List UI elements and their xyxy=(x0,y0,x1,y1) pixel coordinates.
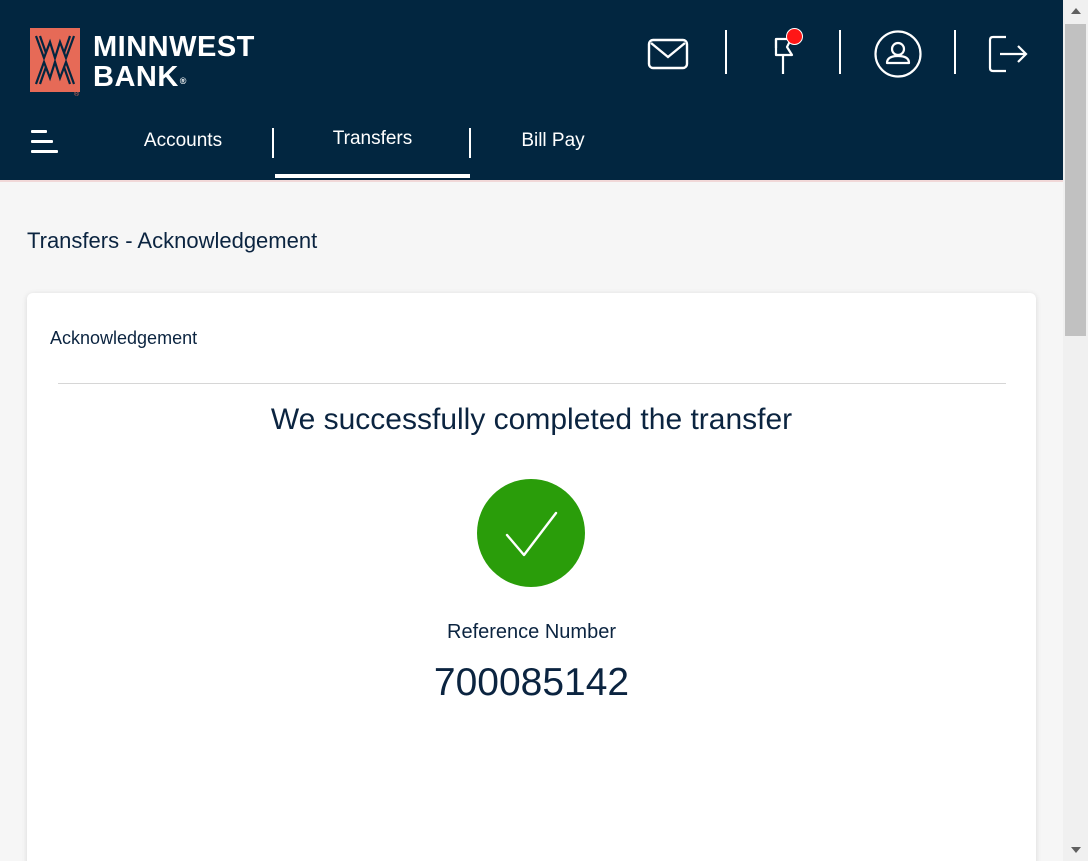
logout-icon xyxy=(988,35,1028,73)
hamburger-menu-icon[interactable] xyxy=(31,130,61,158)
tab-bill-pay-label: Bill Pay xyxy=(521,130,585,151)
main-nav: Accounts Transfers Bill Pay xyxy=(0,118,1063,178)
logo-line-2-text: BANK xyxy=(93,61,179,93)
checkmark-icon xyxy=(505,511,558,557)
logo-mark-icon: ® xyxy=(30,28,80,98)
nav-separator xyxy=(469,128,471,158)
tab-accounts[interactable]: Accounts xyxy=(123,118,243,178)
header-separator xyxy=(839,30,841,74)
profile-button[interactable] xyxy=(870,26,926,82)
tab-transfers-label: Transfers xyxy=(332,128,413,149)
scroll-up-arrow-icon[interactable] xyxy=(1063,0,1088,22)
notification-dot xyxy=(786,28,803,45)
alerts-button[interactable] xyxy=(756,26,812,82)
nav-separator xyxy=(272,128,274,158)
scrollbar-thumb[interactable] xyxy=(1065,24,1086,336)
user-profile-icon xyxy=(874,30,922,78)
mail-icon xyxy=(647,38,689,70)
scroll-down-arrow-icon[interactable] xyxy=(1063,839,1088,861)
success-message: We successfully completed the transfer xyxy=(270,403,793,436)
logo-registered: ® xyxy=(179,76,187,86)
logo-wordmark: MINNWEST BANK® xyxy=(93,32,255,92)
vertical-scrollbar[interactable] xyxy=(1063,0,1088,861)
reference-number-label: Reference Number xyxy=(447,621,616,643)
mail-button[interactable] xyxy=(640,26,696,82)
acknowledgement-card: Acknowledgement We successfully complete… xyxy=(27,293,1036,861)
logo-line-1: MINNWEST xyxy=(93,31,255,63)
success-badge xyxy=(477,479,585,587)
page-title: Transfers - Acknowledgement xyxy=(27,228,318,253)
header-icon-bar xyxy=(630,26,1050,82)
logo-line-2: BANK® xyxy=(93,62,255,92)
card-divider xyxy=(58,383,1006,384)
header-separator xyxy=(954,30,956,74)
app-window: ® MINNWEST BANK® Accounts Transfers Bill… xyxy=(0,0,1063,861)
reference-number-value: 700085142 xyxy=(433,661,630,704)
bank-logo[interactable]: ® MINNWEST BANK® xyxy=(30,28,255,98)
tab-bill-pay[interactable]: Bill Pay xyxy=(500,118,606,178)
tab-transfers[interactable]: Transfers xyxy=(275,118,470,178)
logo-registered-mark: ® xyxy=(74,91,80,98)
logout-button[interactable] xyxy=(980,26,1036,82)
top-header: ® MINNWEST BANK® Accounts Transfers Bill… xyxy=(0,0,1063,182)
header-separator xyxy=(725,30,727,74)
card-title: Acknowledgement xyxy=(50,328,198,348)
tab-accounts-label: Accounts xyxy=(143,130,223,151)
